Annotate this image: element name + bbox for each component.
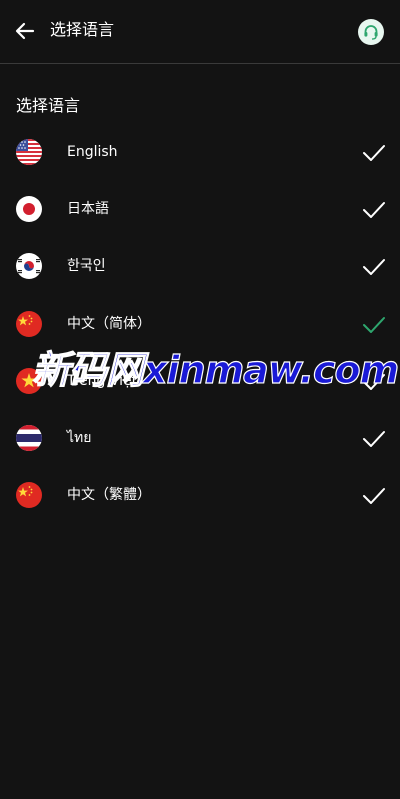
back-button[interactable] [14,20,36,42]
language-label: 中文（繁體） [67,487,151,504]
page-title: 选择语言 [50,20,115,39]
language-item-vietnamese[interactable]: Tiếng Việt [0,353,400,410]
checkmark-icon [363,259,385,276]
header-bar: 选择语言 [0,0,400,64]
checkmark-icon [363,202,385,219]
language-list: English 日本語 한국인 中文（简体） Tiếng Việt ไทย 中文… [0,124,400,524]
language-label: ไทย [67,429,92,446]
language-item-thai[interactable]: ไทย [0,410,400,467]
language-label: 日本語 [67,201,109,218]
us-flag-icon [16,139,42,165]
china-flag-icon [16,310,42,337]
language-item-korean[interactable]: 한국인 [0,238,400,295]
language-label: 한국인 [67,258,106,275]
section-title: 选择语言 [16,96,81,115]
checkmark-icon [363,373,385,390]
language-item-chinese-traditional[interactable]: 中文（繁體） [0,467,400,524]
checkmark-icon-selected [363,316,385,333]
arrow-left-icon [15,22,35,40]
japan-flag-icon [16,196,42,223]
customer-support-button[interactable] [358,19,384,45]
language-item-japanese[interactable]: 日本語 [0,181,400,238]
language-label: 中文（简体） [67,315,151,332]
checkmark-icon [363,145,385,161]
vietnam-flag-icon [16,367,42,394]
checkmark-icon [363,488,385,505]
checkmark-icon [363,430,385,447]
china-flag-icon [16,482,42,509]
korea-flag-icon [16,253,42,280]
language-item-chinese-simplified[interactable]: 中文（简体） [0,296,400,353]
headset-support-icon [364,25,378,40]
language-label: English [67,144,118,160]
thailand-flag-icon [16,424,42,451]
language-item-english[interactable]: English [0,124,400,181]
language-label: Tiếng Việt [67,372,138,389]
